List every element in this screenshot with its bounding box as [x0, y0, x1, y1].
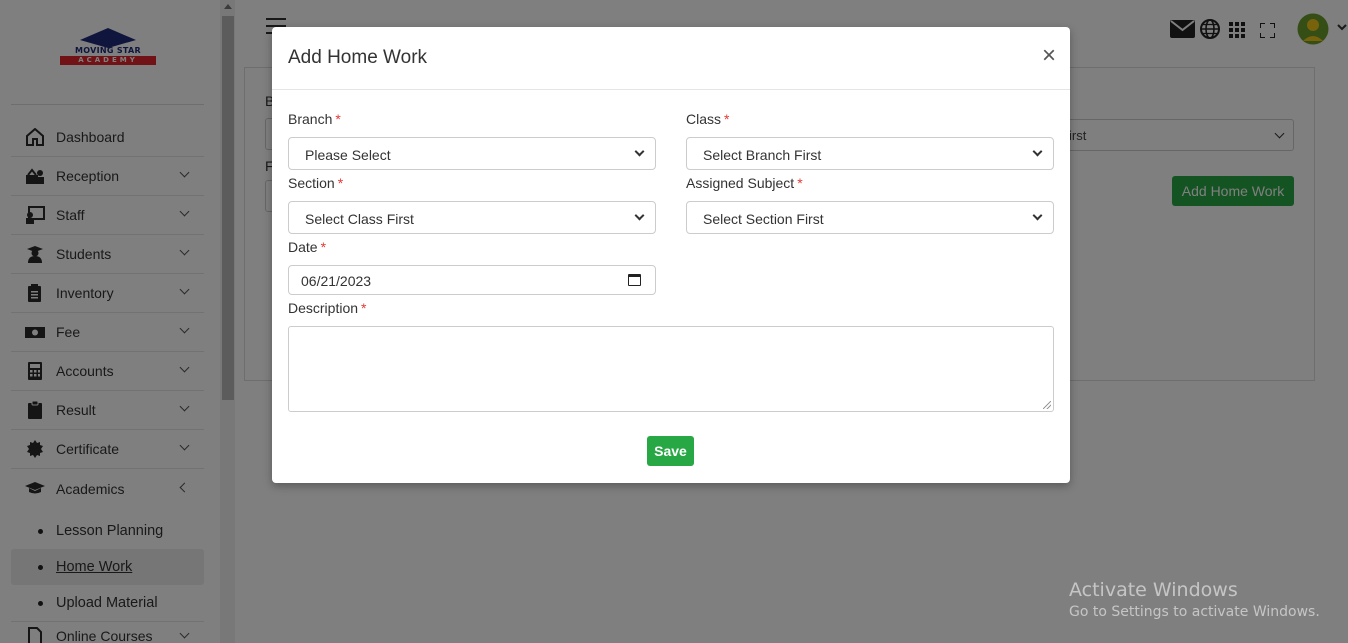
required-marker: * [797, 175, 803, 191]
required-marker: * [337, 175, 344, 191]
required-marker: * [335, 111, 341, 127]
activate-windows-title: Activate Windows [1069, 579, 1238, 601]
branch-label-text: Branch [288, 111, 333, 127]
add-home-work-modal: Add Home Work × Branch * Please Select Cl… [272, 27, 1070, 483]
required-marker: * [724, 111, 730, 127]
save-button[interactable]: Save [647, 436, 694, 466]
class-select[interactable]: Select Branch First [686, 137, 1054, 170]
assigned-subject-select[interactable]: Select Section First [686, 201, 1054, 234]
class-label: Class * [686, 111, 729, 127]
date-input-value: 06/21/2023 [301, 273, 372, 289]
modal-title: Add Home Work [288, 47, 428, 68]
required-marker: * [320, 239, 327, 255]
modal-header: Add Home Work × [272, 27, 1070, 90]
date-label: Date * [288, 239, 326, 255]
resize-handle-icon[interactable] [1043, 401, 1051, 409]
chevron-down-icon [634, 210, 645, 221]
date-label-text: Date [288, 239, 318, 255]
date-input[interactable]: 06/21/2023 [288, 265, 656, 295]
chevron-down-icon [634, 146, 645, 157]
assigned-subject-select-value: Select Section First [703, 211, 824, 227]
assigned-subject-label: Assigned Subject * [686, 175, 803, 191]
assigned-subject-label-text: Assigned Subject [686, 175, 795, 191]
section-select[interactable]: Select Class First [288, 201, 656, 234]
required-marker: * [361, 300, 367, 316]
branch-select-value: Please Select [305, 147, 391, 163]
chevron-down-icon [1032, 146, 1043, 157]
calendar-icon[interactable] [628, 274, 641, 286]
description-textarea[interactable] [288, 326, 1054, 412]
section-label: Section * [288, 175, 343, 191]
class-label-text: Class [686, 111, 722, 127]
description-label-text: Description [288, 300, 359, 316]
branch-select[interactable]: Please Select [288, 137, 656, 170]
activate-windows-subtitle: Go to Settings to activate Windows. [1069, 604, 1320, 620]
description-label: Description * [288, 300, 366, 316]
close-icon[interactable]: × [1042, 43, 1056, 69]
section-label-text: Section [288, 175, 335, 191]
chevron-down-icon [1032, 210, 1043, 221]
class-select-value: Select Branch First [703, 147, 822, 163]
branch-label: Branch * [288, 111, 341, 127]
section-select-value: Select Class First [305, 211, 414, 227]
